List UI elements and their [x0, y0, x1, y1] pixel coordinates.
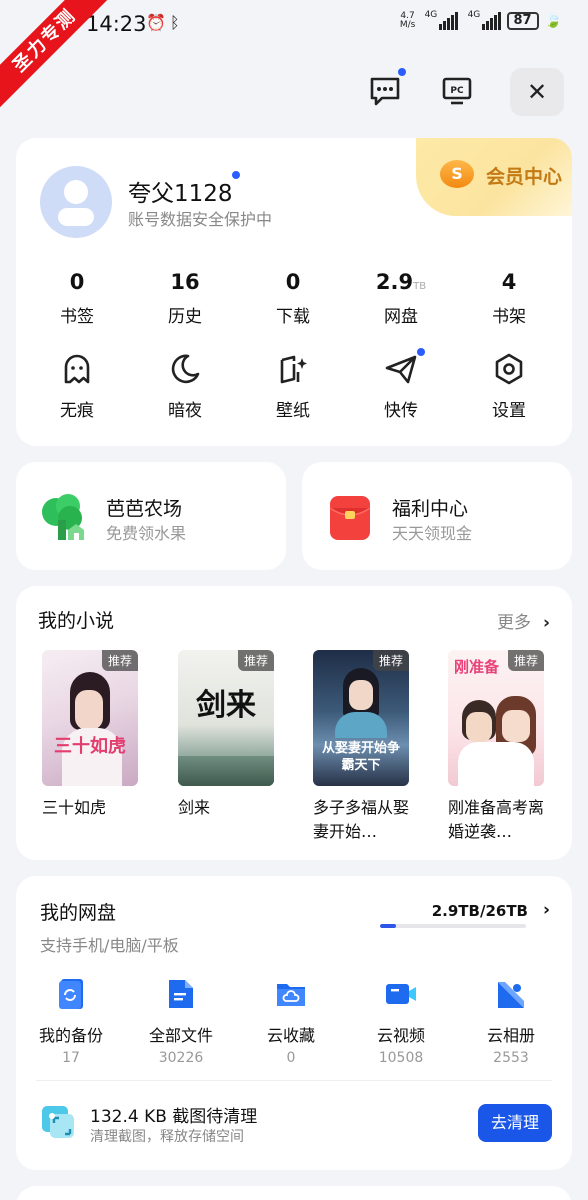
my-cloud-disk-card: 我的网盘 支持手机/电脑/平板 2.9TB/26TB › 我的备份 17 全部文…	[16, 876, 572, 1170]
book-cover: 从娶妻开始争霸天下 推荐	[313, 650, 409, 786]
my-novels-card: 我的小说 更多 › 三十如虎 推荐 三十如虎 剑来 推荐 剑来 从娶妻开始争霸天下…	[16, 586, 572, 860]
vip-coin-icon: S	[440, 160, 474, 188]
farm-tree-icon	[42, 494, 84, 540]
cloud-favorites[interactable]: 云收藏 0	[236, 978, 346, 1066]
wallpaper-icon	[280, 355, 307, 384]
photo-album-icon	[498, 982, 524, 1008]
avatar[interactable]	[40, 166, 112, 238]
book-item[interactable]: 刚准备 推荐 刚准备高考离婚逆袭…	[448, 650, 544, 844]
account-status: 账号数据安全保护中	[128, 210, 273, 229]
section-title: 我的小说	[38, 610, 115, 632]
cloud-videos[interactable]: 云视频 10508	[346, 978, 456, 1066]
vip-center-button[interactable]: S 会员中心	[416, 138, 572, 216]
settings-icon	[495, 353, 523, 385]
book-title: 刚准备高考离婚逆袭…	[448, 798, 544, 841]
book-item[interactable]: 剑来 推荐 剑来	[178, 650, 274, 844]
svg-text:PC: PC	[450, 86, 464, 96]
battery-indicator: 87	[506, 12, 539, 30]
notification-dot	[232, 171, 240, 179]
stat-bookshelf[interactable]: 4 书架	[455, 268, 563, 327]
notification-dot	[417, 348, 425, 356]
cloud-subtitle: 支持手机/电脑/平板	[40, 936, 179, 955]
divider	[36, 1080, 552, 1081]
welfare-subtitle: 天天领现金	[392, 524, 473, 543]
bluetooth-icon: ᛒ	[170, 13, 180, 32]
book-item[interactable]: 三十如虎 推荐 三十如虎	[42, 650, 138, 844]
profile-card: 夸父1128 账号数据安全保护中 S 会员中心 0 书签 16 历史 0 下载 …	[16, 138, 572, 446]
farm-title: 芭芭农场	[106, 498, 183, 520]
tool-settings[interactable]: 设置	[455, 352, 563, 421]
screenshot-clean-icon	[42, 1106, 74, 1138]
book-cover: 刚准备 推荐	[448, 650, 544, 786]
cloud-all-files[interactable]: 全部文件 30226	[126, 978, 236, 1066]
book-title: 多子多福从娶妻开始…	[313, 798, 409, 841]
pc-button[interactable]: PC	[434, 68, 480, 114]
pc-icon: PC	[442, 77, 472, 105]
moon-icon	[171, 354, 200, 384]
vip-center-label: 会员中心	[486, 166, 563, 188]
quota-progress-bar	[380, 924, 526, 928]
signal-icon: 4G	[425, 10, 458, 30]
video-icon	[386, 984, 416, 1004]
close-icon: ✕	[526, 78, 548, 106]
file-icon	[169, 980, 193, 1008]
cloud-folder-icon	[277, 984, 305, 1006]
message-button[interactable]	[362, 68, 408, 114]
book-title: 三十如虎	[42, 798, 107, 817]
username[interactable]: 夸父1128	[128, 174, 233, 208]
book-title: 剑来	[178, 798, 211, 817]
book-cover: 三十如虎 推荐	[42, 650, 138, 786]
phone-backup-icon	[59, 979, 83, 1009]
tool-quick-share[interactable]: 快传	[347, 348, 455, 421]
net-speed: 4.7 M/s	[399, 11, 416, 30]
stat-downloads[interactable]: 0 下载	[239, 268, 347, 327]
farm-subtitle: 免费领水果	[106, 524, 187, 543]
leaf-icon: 🍃	[544, 13, 562, 29]
alarm-icon: ⏰	[146, 13, 166, 32]
clean-button[interactable]: 去清理	[478, 1104, 552, 1142]
signal-icon: 4G	[468, 10, 501, 30]
cloud-album[interactable]: 云相册 2553	[456, 978, 566, 1066]
chevron-right-icon[interactable]: ›	[543, 900, 550, 920]
cloud-quota[interactable]: 2.9TB/26TB	[432, 902, 528, 920]
book-cover: 剑来 推荐	[178, 650, 274, 786]
paper-plane-icon	[385, 355, 417, 384]
close-button[interactable]: ✕	[510, 68, 564, 116]
tool-wallpaper[interactable]: 壁纸	[239, 352, 347, 421]
book-item[interactable]: 从娶妻开始争霸天下 推荐 多子多福从娶妻开始…	[313, 650, 409, 844]
chevron-right-icon: ›	[542, 613, 550, 633]
ghost-icon	[64, 354, 90, 384]
stat-cloud-disk[interactable]: 2.9TB 网盘	[347, 268, 455, 327]
welfare-center-card[interactable]: 福利中心 天天领现金	[302, 462, 572, 570]
tool-night-mode[interactable]: 暗夜	[131, 352, 239, 421]
notification-dot	[398, 68, 406, 76]
baba-farm-card[interactable]: 芭芭农场 免费领水果	[16, 462, 286, 570]
clean-subtitle: 清理截图，释放存储空间	[90, 1129, 244, 1145]
cloud-backup[interactable]: 我的备份 17	[16, 978, 126, 1066]
red-envelope-icon	[329, 496, 371, 540]
section-title: 我的网盘	[40, 902, 117, 924]
clean-title: 132.4 KB 截图待清理	[90, 1107, 258, 1127]
status-time: 14:23	[86, 12, 147, 36]
welfare-title: 福利中心	[392, 498, 469, 520]
message-icon	[370, 77, 400, 106]
stat-history[interactable]: 16 历史	[131, 268, 239, 327]
novels-more-link[interactable]: 更多 ›	[497, 608, 550, 633]
tool-incognito[interactable]: 无痕	[23, 352, 131, 421]
next-section-card	[16, 1186, 572, 1200]
stat-bookmarks[interactable]: 0 书签	[23, 268, 131, 327]
